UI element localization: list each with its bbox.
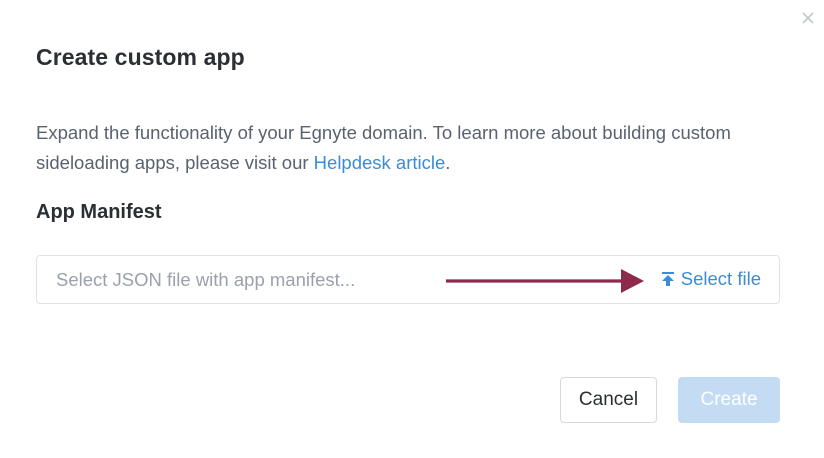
- arrow-annotation-icon: [446, 269, 644, 293]
- cancel-button[interactable]: Cancel: [560, 377, 657, 423]
- create-custom-app-dialog: Create custom app Expand the functionali…: [0, 0, 824, 458]
- close-button[interactable]: [800, 10, 816, 26]
- manifest-file-field[interactable]: Select JSON file with app manifest... Se…: [36, 255, 780, 304]
- select-file-button[interactable]: Select file: [661, 268, 761, 290]
- description-end: .: [445, 152, 451, 173]
- create-button[interactable]: Create: [678, 377, 780, 423]
- manifest-file-placeholder: Select JSON file with app manifest...: [56, 269, 356, 290]
- app-manifest-label: App Manifest: [36, 201, 162, 223]
- dialog-title: Create custom app: [36, 44, 245, 70]
- upload-icon: [661, 272, 674, 286]
- close-icon: [802, 12, 814, 24]
- helpdesk-article-link[interactable]: Helpdesk article: [314, 152, 446, 173]
- select-file-label: Select file: [680, 268, 761, 289]
- dialog-description: Expand the functionality of your Egnyte …: [36, 118, 756, 178]
